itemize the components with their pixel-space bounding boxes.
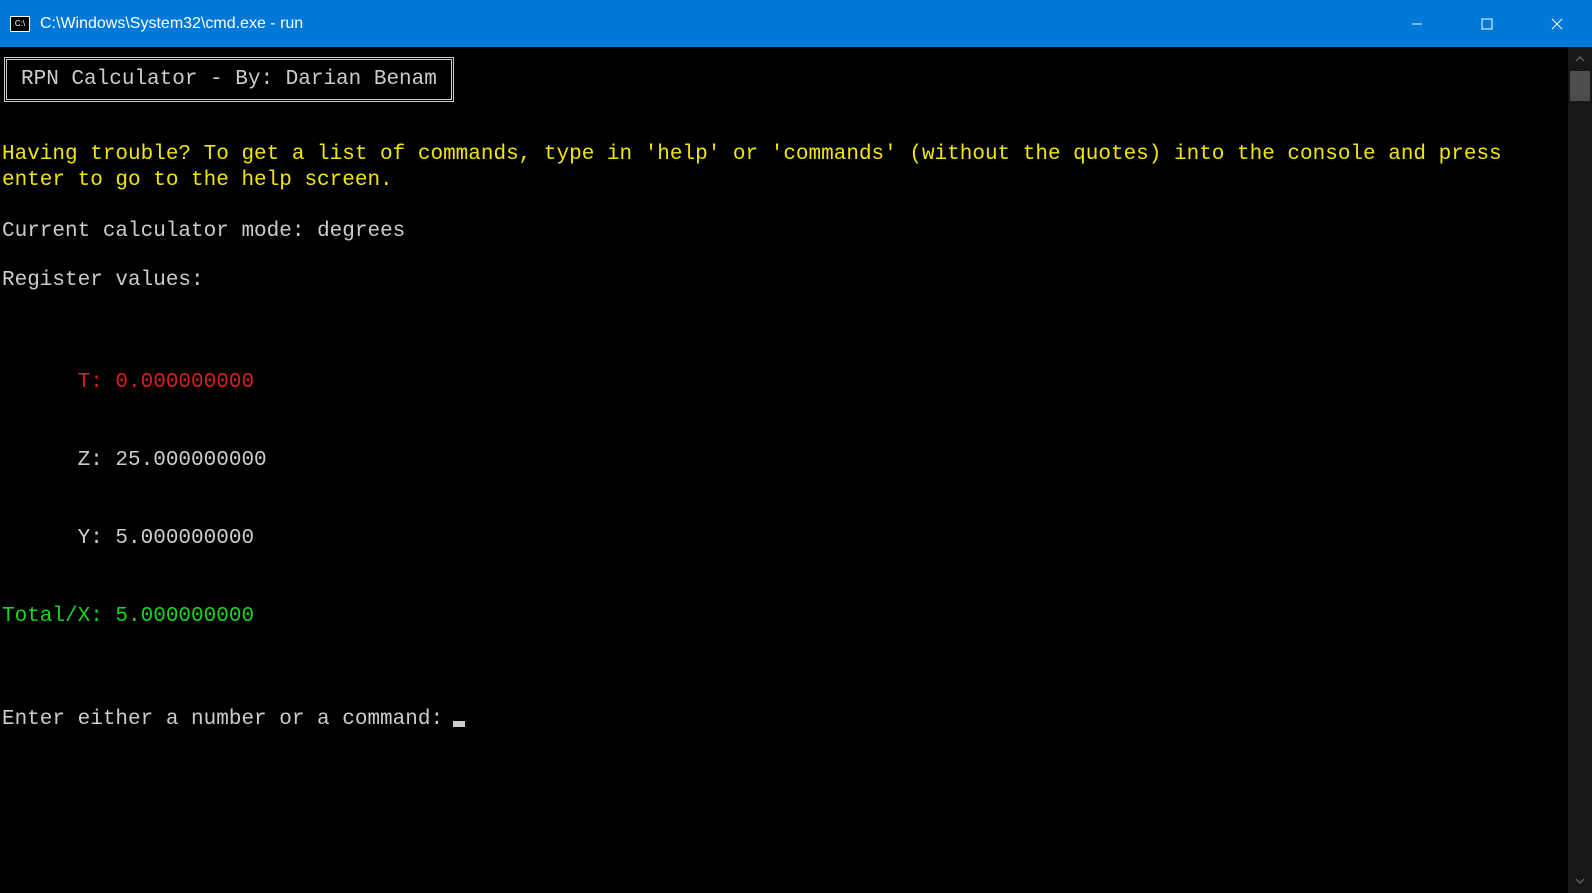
window-title: C:\Windows\System32\cmd.exe - run — [40, 15, 1382, 33]
scroll-up-icon[interactable] — [1568, 47, 1592, 71]
register-x: Total/X: 5.000000000 — [2, 604, 1590, 630]
app-title: RPN Calculator - By: Darian Benam — [21, 68, 437, 91]
close-icon — [1551, 18, 1563, 30]
minimize-icon — [1411, 18, 1423, 30]
mode-label: Current calculator mode: — [2, 220, 317, 243]
title-box: RPN Calculator - By: Darian Benam — [4, 57, 454, 102]
scroll-thumb[interactable] — [1570, 71, 1590, 101]
console-output[interactable]: RPN Calculator - By: Darian Benam Having… — [0, 47, 1592, 893]
maximize-button[interactable] — [1452, 0, 1522, 47]
registers-block: T: 0.000000000 Z: 25.000000000 Y: 5.0000… — [2, 318, 1590, 682]
maximize-icon — [1481, 18, 1493, 30]
registers-header: Register values: — [2, 269, 1590, 292]
close-button[interactable] — [1522, 0, 1592, 47]
window-titlebar: C:\ C:\Windows\System32\cmd.exe - run — [0, 0, 1592, 47]
cmd-icon: C:\ — [10, 16, 30, 32]
cursor-icon — [453, 721, 465, 727]
register-y: Y: 5.000000000 — [2, 526, 1590, 552]
mode-line: Current calculator mode: degrees — [2, 220, 1590, 243]
help-message: Having trouble? To get a list of command… — [2, 142, 1590, 194]
vertical-scrollbar[interactable] — [1568, 47, 1592, 893]
register-z: Z: 25.000000000 — [2, 448, 1590, 474]
window-controls — [1382, 0, 1592, 47]
scroll-track[interactable] — [1568, 71, 1592, 869]
minimize-button[interactable] — [1382, 0, 1452, 47]
prompt-text: Enter either a number or a command: — [2, 708, 443, 731]
register-t: T: 0.000000000 — [2, 370, 1590, 396]
scroll-down-icon[interactable] — [1568, 869, 1592, 893]
input-prompt[interactable]: Enter either a number or a command: — [2, 708, 1590, 731]
mode-value: degrees — [317, 220, 405, 243]
